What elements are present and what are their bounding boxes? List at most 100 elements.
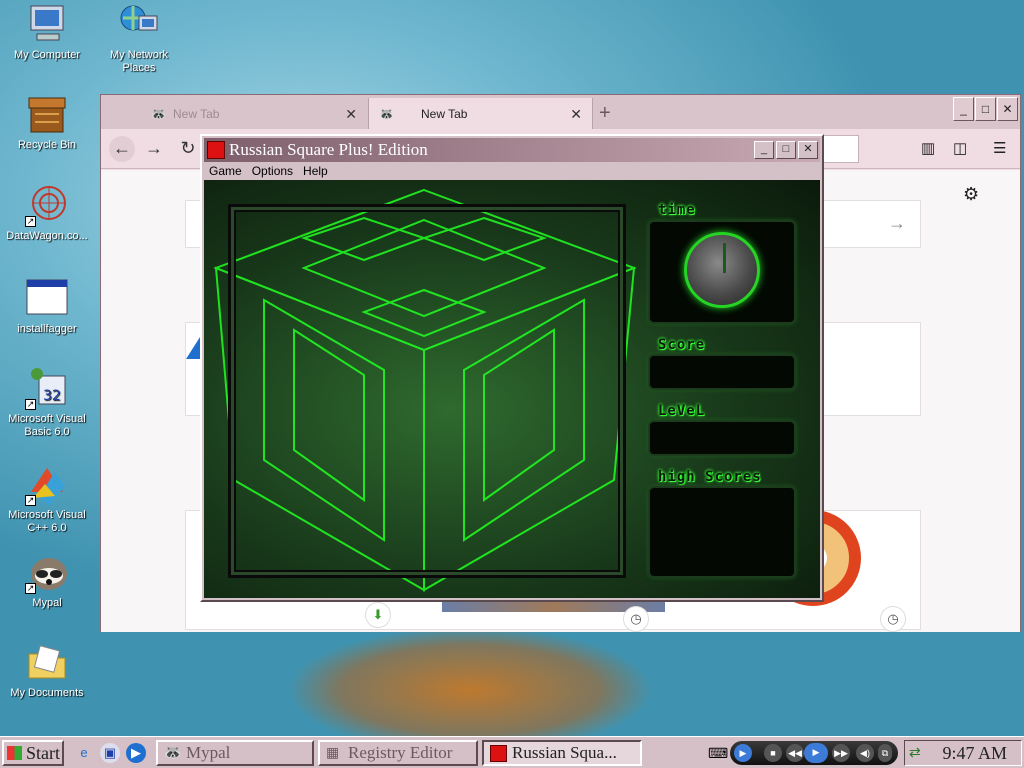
desktop-icon-my-documents[interactable]: My Documents (2, 640, 92, 700)
system-tray: ⇄ 9:47 AM (904, 740, 1022, 766)
menu-options[interactable]: Options (247, 162, 298, 180)
history-clock-icon[interactable]: ◷ (623, 606, 649, 632)
network-status-icon[interactable]: ⇄ (909, 744, 921, 761)
history-clock-icon[interactable]: ◷ (880, 606, 906, 632)
computer-icon (25, 2, 69, 46)
minimize-button[interactable]: _ (754, 141, 774, 159)
score-panel (648, 354, 796, 390)
mypal-favicon-icon: 🦝 (379, 107, 394, 121)
download-icon[interactable]: ⬇ (365, 602, 391, 628)
score-label: Score (658, 337, 706, 353)
tab-strip: 🦝 New Tab ✕ 🦝 New Tab ✕ + _ □ ✕ (101, 95, 1020, 129)
keyboard-icon[interactable]: ⌨ (708, 745, 728, 762)
desktop-icon-visual-cpp[interactable]: ↗ Microsoft Visual C++ 6.0 (2, 462, 92, 535)
game-window-controls: _ □ ✕ (752, 141, 818, 159)
network-icon (117, 2, 161, 46)
maximize-button[interactable]: □ (975, 97, 996, 121)
media-player-icon[interactable]: ▶ (126, 743, 146, 763)
volume-icon[interactable]: ◀) (856, 744, 874, 762)
menu-icon[interactable]: ☰ (993, 139, 1006, 157)
sidebar-icon[interactable]: ◫ (953, 139, 967, 157)
menu-help[interactable]: Help (298, 162, 333, 180)
desktop-icon-mypal[interactable]: ↗ Mypal (2, 550, 92, 610)
desktop-icon-label: My Network Places (109, 49, 169, 74)
high-scores-label: high Scores (658, 469, 762, 485)
task-label: Russian Squa... (512, 743, 617, 762)
play-icon[interactable]: ▶ (734, 744, 752, 762)
forward-arrow-icon[interactable]: → (141, 136, 167, 162)
desktop-icon-label: Microsoft Visual Basic 6.0 (8, 413, 86, 438)
time-label: time (658, 202, 696, 218)
close-tab-icon[interactable]: ✕ (345, 106, 357, 123)
search-go-arrow-icon[interactable]: → (888, 213, 906, 234)
game-title-bar[interactable]: Russian Square Plus! Edition _ □ ✕ (204, 138, 820, 162)
desktop-icon-datawagon[interactable]: ↗ DataWagon.co... (2, 183, 92, 243)
restore-player-icon[interactable]: ⧉ (878, 744, 892, 762)
media-player-toolbar[interactable]: ▶ ■ ◀◀ ▶ ▶▶ ◀) ⧉ (730, 741, 898, 765)
task-russian-square[interactable]: Russian Squa... (482, 740, 642, 766)
tab-label: New Tab (173, 107, 220, 121)
reload-icon[interactable]: ↻ (175, 136, 201, 162)
show-desktop-icon[interactable]: ▣ (100, 743, 120, 763)
shortcut-arrow-icon: ↗ (25, 216, 36, 227)
level-label: LeVeL (658, 403, 706, 419)
maximize-button[interactable]: □ (776, 141, 796, 159)
shortcut-arrow-icon: ↗ (25, 583, 36, 594)
playfield[interactable] (228, 204, 626, 578)
visual-cpp-icon: ↗ (25, 462, 69, 506)
game-title: Russian Square Plus! Edition (229, 140, 428, 159)
application-icon (25, 276, 69, 320)
timer-dial-icon (684, 232, 760, 308)
svg-text:32: 32 (43, 388, 61, 404)
stop-icon[interactable]: ■ (764, 744, 782, 762)
task-label: Mypal (186, 743, 231, 762)
close-tab-icon[interactable]: ✕ (570, 106, 582, 123)
windows-flag-icon (7, 746, 22, 760)
visual-basic-icon: 32 ↗ (25, 366, 69, 410)
tab-new-tab-1[interactable]: 🦝 New Tab ✕ (101, 98, 367, 129)
tab-label: New Tab (421, 107, 468, 121)
taskbar: Start e ▣ ▶ 🦝 Mypal ▦ Registry Editor Ru… (0, 736, 1024, 768)
library-icon[interactable]: ▥ (921, 139, 935, 157)
desktop-icon-my-computer[interactable]: My Computer (2, 2, 92, 62)
tab-new-tab-2[interactable]: 🦝 New Tab ✕ (368, 98, 593, 129)
folder-icon (25, 640, 69, 684)
previous-icon[interactable]: ◀◀ (786, 744, 804, 762)
close-button[interactable]: ✕ (997, 97, 1018, 121)
desktop-icon-visual-basic[interactable]: 32 ↗ Microsoft Visual Basic 6.0 (2, 366, 92, 439)
desktop-icon-label: installfagger (17, 323, 77, 335)
shortcut-arrow-icon: ↗ (25, 495, 36, 506)
recycle-bin-icon (25, 92, 69, 136)
internet-explorer-icon[interactable]: e (74, 743, 94, 763)
next-icon[interactable]: ▶▶ (832, 744, 850, 762)
russian-square-window[interactable]: Russian Square Plus! Edition _ □ ✕ Game … (200, 134, 824, 602)
desktop-icon-recycle-bin[interactable]: Recycle Bin (2, 92, 92, 152)
high-scores-panel (648, 486, 796, 578)
desktop-icon-label: My Documents (10, 687, 84, 699)
close-button[interactable]: ✕ (798, 141, 818, 159)
play-pause-icon[interactable]: ▶ (804, 743, 828, 763)
cube-app-icon (207, 141, 225, 159)
back-arrow-icon[interactable]: ← (109, 136, 135, 162)
mypal-favicon-icon: 🦝 (151, 107, 166, 121)
shortcut-arrow-icon: ↗ (25, 399, 36, 410)
window-controls: _ □ ✕ (952, 97, 1018, 121)
game-board: time Score LeVeL high Scores (204, 180, 820, 598)
start-button[interactable]: Start (2, 740, 64, 766)
desktop-icon-label: Mypal (32, 597, 62, 609)
mypal-icon: ↗ (25, 550, 69, 594)
registry-icon: ▦ (326, 746, 340, 761)
task-mypal[interactable]: 🦝 Mypal (156, 740, 314, 766)
desktop-icon-label: DataWagon.co... (6, 230, 88, 242)
task-registry-editor[interactable]: ▦ Registry Editor (318, 740, 478, 766)
level-panel (648, 420, 796, 456)
desktop-icon-installfagger[interactable]: installfagger (2, 276, 92, 336)
desktop-icon-my-network-places[interactable]: My Network Places (94, 2, 184, 75)
minimize-button[interactable]: _ (953, 97, 974, 121)
clock[interactable]: 9:47 AM (942, 743, 1007, 764)
settings-gear-icon[interactable]: ⚙ (963, 184, 979, 205)
mypal-icon: 🦝 (164, 746, 182, 761)
new-tab-button[interactable]: + (599, 102, 611, 125)
game-menu-bar: Game Options Help (204, 162, 333, 180)
menu-game[interactable]: Game (204, 162, 247, 180)
